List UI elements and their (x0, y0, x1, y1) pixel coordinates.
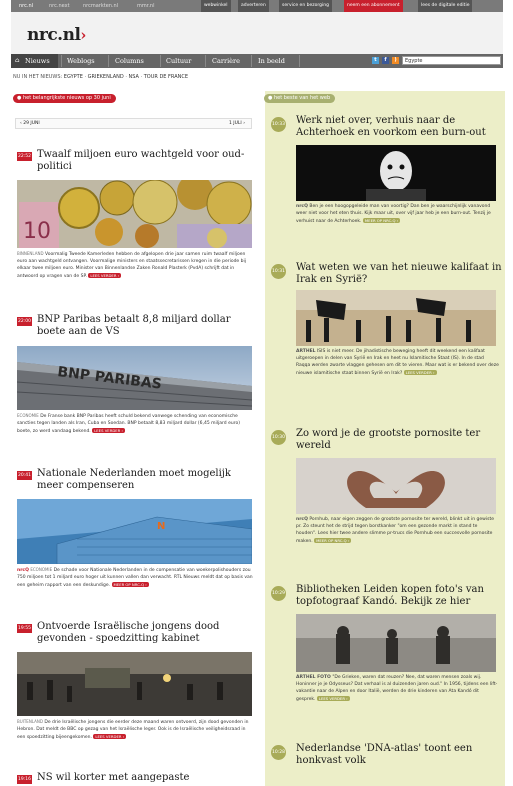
article-time: 10:33 (271, 117, 286, 132)
article-summary: BINNENLAND Voormalig Tweede Kamerleden h… (17, 251, 246, 279)
main-nav: ⌂ Nieuws Weblogs Columns Cultuur Carrièr… (11, 54, 503, 68)
nav-item-in-beeld[interactable]: In beeld (258, 54, 285, 68)
read-more-link[interactable]: LEES VERDER › (92, 428, 126, 433)
topbar-link-adverteren[interactable]: adverteren (238, 0, 269, 12)
article-title[interactable]: Wat weten we van het nieuwe kalifaat in … (296, 262, 502, 286)
trending-griekenland[interactable]: GRIEKENLAND (88, 74, 124, 80)
topbar-link-nrc[interactable]: nrc.nl (19, 3, 33, 9)
article-image-cartoon[interactable] (296, 145, 496, 201)
page: nrc.nl nrc.next nrcmarkten.nl mmr.nl web… (11, 0, 505, 786)
article-title[interactable]: Zo word je de grootste pornosite ter wer… (296, 428, 502, 452)
article-title[interactable]: BNP Paribas betaalt 8,8 miljard dollar b… (37, 314, 253, 338)
topbar-link-mmr[interactable]: mmr.nl (137, 3, 155, 9)
nrc-logo[interactable]: nrc.nl› (27, 25, 86, 45)
article-time: 22:00 (17, 317, 32, 326)
read-more-link[interactable]: MEER OP NRC.Q › (362, 218, 401, 223)
logo-arrow-icon: › (80, 26, 86, 44)
next-date-link[interactable]: 1 JULI › (229, 119, 245, 128)
article-summary: nrcQ ECONOMIE De schade voor Nationale N… (17, 567, 253, 588)
read-more-link[interactable]: LEES VERDER › (403, 370, 437, 375)
article-time: 19:55 (17, 624, 32, 633)
header: nrc.nl› (11, 12, 503, 54)
topbar-link-webwinkel[interactable]: webwinkel (201, 0, 231, 12)
article-title[interactable]: NS wil korter met aangepaste (37, 772, 253, 784)
article-title[interactable]: Nederlandse 'DNA-atlas' toont een honkva… (296, 743, 502, 767)
article-summary: nrcQ Pornhub, naar eigen zeggen de groot… (296, 517, 494, 544)
article-time: 22:52 (17, 152, 32, 161)
article-title[interactable]: Bibliotheken Leiden kopen foto's van top… (296, 584, 502, 608)
article-summary: ECONOMIE De Franse bank BNP Paribas heef… (17, 413, 240, 434)
article-image-israel[interactable] (17, 652, 252, 716)
read-more-link[interactable]: LEES VERDER › (316, 696, 350, 701)
article-image-coins[interactable]: 10 (17, 180, 252, 248)
nav-item-weblogs[interactable]: Weblogs (67, 54, 95, 68)
read-more-link[interactable]: LEES VERDER › (93, 734, 127, 739)
trending-egypte[interactable]: EGYPTE (64, 74, 83, 80)
nav-item-columns[interactable]: Columns (115, 54, 144, 68)
article-summary: BUITENLAND De drie Israëlische jongens d… (17, 719, 249, 740)
read-more-link[interactable]: LEES VERDER › (88, 273, 122, 278)
date-navigator: ‹ 29 JUNI 1 JULI › (15, 118, 252, 129)
topbar-link-next[interactable]: nrc.next (49, 3, 70, 9)
home-icon: ⌂ (15, 57, 20, 64)
rss-icon[interactable]: ) (392, 57, 399, 64)
topbar-link-markten[interactable]: nrcmarkten.nl (83, 3, 118, 9)
right-section-label: ● het beste van het web (264, 94, 336, 103)
article-title[interactable]: Twaalf miljoen euro wachtgeld voor oud-p… (37, 149, 253, 173)
trending-label: NU IN HET NIEUWS: (13, 74, 63, 80)
trending-tour[interactable]: TOUR DE FRANCE (144, 74, 188, 80)
topbar-link-service[interactable]: service en bezorging (279, 0, 332, 12)
article-summary: ARTHEL FOTO "De Grieken, waren dat reuze… (296, 675, 498, 702)
article-time: 20:41 (17, 471, 32, 480)
svg-text:10: 10 (23, 219, 51, 244)
article-title[interactable]: Ontvoerde Israëlische jongens dood gevon… (37, 621, 253, 645)
article-title[interactable]: Nationale Nederlanden moet mogelijk meer… (37, 468, 253, 492)
nav-item-cultuur[interactable]: Cultuur (166, 54, 191, 68)
nav-item-nieuws[interactable]: ⌂ Nieuws (11, 54, 58, 68)
article-image-nn[interactable]: N (17, 499, 252, 564)
read-more-link[interactable]: MEER OP NRC.Q › (314, 538, 352, 543)
article-time: 10:30 (271, 430, 286, 445)
prev-date-link[interactable]: ‹ 29 JUNI (20, 119, 40, 128)
article-image-bnp[interactable]: BNP PARIBAS (17, 346, 252, 410)
article-time: 10:28 (271, 745, 286, 760)
top-bar: nrc.nl nrc.next nrcmarkten.nl mmr.nl web… (11, 0, 503, 12)
topbar-link-abonnement[interactable]: neem een abonnement (344, 0, 403, 12)
read-more-link[interactable]: MEER OP NRC.Q › (111, 582, 149, 587)
article-image-kando[interactable] (296, 614, 496, 672)
article-time: 10:31 (271, 264, 286, 279)
trending-bar: NU IN HET NIEUWS: EGYPTE · GRIEKENLAND ·… (13, 74, 189, 80)
left-section-label: ● het belangrijkste nieuws op 30 juni (13, 94, 116, 103)
topbar-link-digitale-editie[interactable]: lees de digitale editie (418, 0, 473, 12)
article-time: 19:16 (17, 775, 32, 784)
twitter-icon[interactable]: t (372, 57, 379, 64)
search-input[interactable]: Egypte (402, 56, 501, 65)
article-summary: ARTHEL ISIS is niet meer. De jihadistisc… (296, 349, 499, 376)
article-summary: nrcQ Ben je een hoogopgeleide man van vo… (296, 204, 491, 224)
nav-item-carriere[interactable]: Carrière (212, 54, 240, 68)
article-title[interactable]: Werk niet over, verhuis naar de Achterho… (296, 115, 502, 139)
article-time: 10:29 (271, 586, 286, 601)
trending-nsa[interactable]: NSA (129, 74, 139, 80)
svg-text:N: N (157, 521, 165, 532)
article-image-heart-hands[interactable] (296, 458, 496, 514)
article-image-isis[interactable] (296, 290, 496, 346)
facebook-icon[interactable]: f (382, 57, 389, 64)
